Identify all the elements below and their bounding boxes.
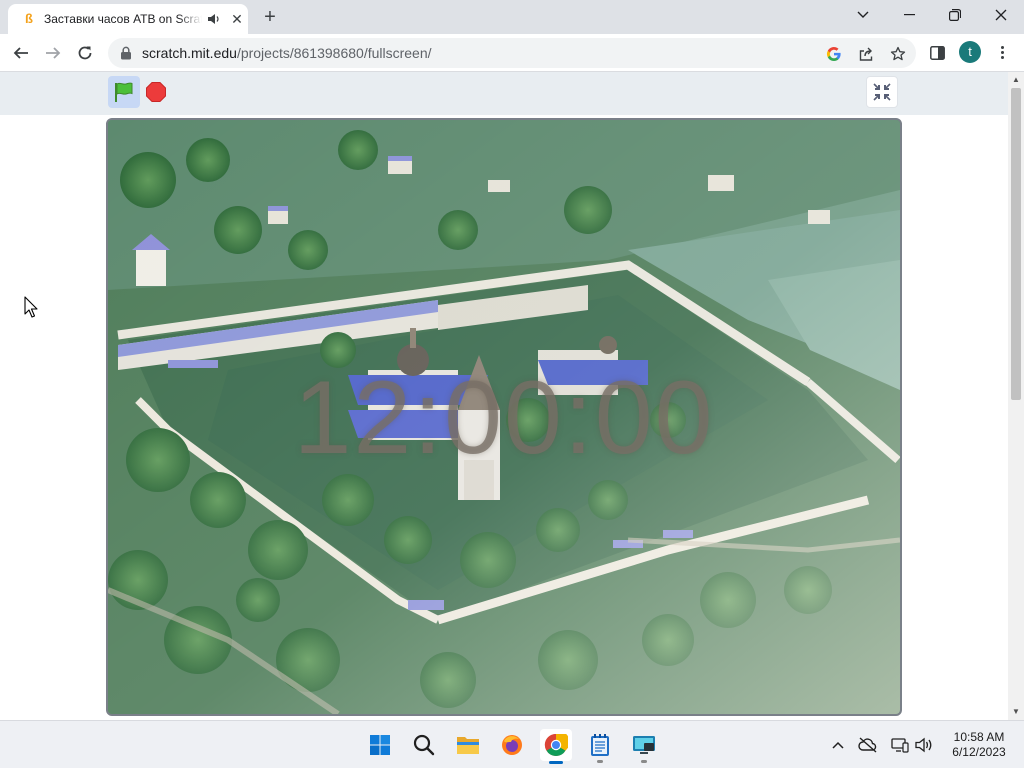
mouse-cursor-icon bbox=[24, 296, 38, 318]
network-icon[interactable] bbox=[890, 735, 910, 755]
side-panel-icon bbox=[929, 46, 945, 60]
firefox-icon[interactable] bbox=[496, 729, 528, 761]
forward-button[interactable] bbox=[40, 40, 66, 66]
share-icon[interactable] bbox=[856, 44, 876, 64]
forward-arrow-icon bbox=[46, 47, 61, 59]
tab-close-icon[interactable]: ✕ bbox=[230, 12, 244, 26]
scratch-favicon-icon: ß bbox=[25, 11, 33, 26]
onedrive-offline-icon[interactable] bbox=[858, 735, 878, 755]
scroll-up-arrow-icon[interactable]: ▲ bbox=[1008, 72, 1024, 86]
reload-button[interactable] bbox=[72, 40, 98, 66]
file-explorer-icon[interactable] bbox=[452, 729, 484, 761]
back-button[interactable] bbox=[8, 40, 34, 66]
clock-display: 12:00:00 bbox=[293, 360, 715, 476]
profile-avatar[interactable]: t bbox=[959, 41, 981, 63]
scratch-fullscreen-page: 12:00:00 bbox=[0, 72, 1008, 720]
lock-icon[interactable] bbox=[120, 46, 132, 60]
tab-title: Заставки часов АТВ on Scratch bbox=[44, 12, 202, 26]
exit-fullscreen-icon bbox=[873, 83, 891, 101]
green-flag-icon bbox=[115, 82, 133, 102]
clock-date: 6/12/2023 bbox=[952, 745, 1006, 759]
clock-time: 10:58 AM bbox=[953, 730, 1005, 744]
system-clock[interactable]: 10:58 AM 6/12/2023 bbox=[944, 730, 1014, 760]
active-app-indicator bbox=[549, 761, 563, 764]
windows-start-icon[interactable] bbox=[364, 729, 396, 761]
tab-strip: ß Заставки часов АТВ on Scratch ✕ + bbox=[0, 0, 1024, 34]
volume-icon[interactable] bbox=[914, 735, 934, 755]
google-translate-icon[interactable] bbox=[824, 44, 844, 64]
scroll-thumb[interactable] bbox=[1011, 88, 1021, 400]
page-scrollbar[interactable]: ▲ ▼ bbox=[1008, 72, 1024, 720]
scratch-stage[interactable]: 12:00:00 bbox=[106, 118, 902, 716]
tab-search-dropdown-icon[interactable] bbox=[840, 0, 886, 30]
chrome-icon[interactable] bbox=[540, 729, 572, 764]
address-bar[interactable]: scratch.mit.edu/projects/861398680/fulls… bbox=[108, 38, 916, 68]
search-icon[interactable] bbox=[408, 729, 440, 761]
notepad-icon[interactable] bbox=[584, 729, 616, 763]
stage-header bbox=[0, 72, 1008, 115]
url-text[interactable]: scratch.mit.edu/projects/861398680/fulls… bbox=[142, 46, 432, 61]
reload-icon bbox=[78, 46, 92, 60]
browser-menu-icon[interactable] bbox=[994, 41, 1010, 63]
stop-sign-icon bbox=[146, 82, 166, 102]
window-close-button[interactable] bbox=[978, 0, 1024, 30]
new-tab-button[interactable]: + bbox=[258, 6, 282, 28]
scroll-down-arrow-icon[interactable]: ▼ bbox=[1008, 704, 1024, 718]
remote-desktop-icon[interactable] bbox=[628, 729, 660, 763]
restore-button[interactable] bbox=[932, 0, 978, 30]
minimize-button[interactable] bbox=[886, 0, 932, 30]
stop-button[interactable] bbox=[142, 76, 170, 108]
speaker-icon[interactable] bbox=[207, 12, 221, 26]
side-panel-button[interactable] bbox=[924, 40, 950, 66]
show-hidden-icons-chevron-icon[interactable] bbox=[828, 735, 848, 755]
green-flag-button[interactable] bbox=[108, 76, 140, 108]
bookmark-star-icon[interactable] bbox=[888, 44, 908, 64]
browser-toolbar: scratch.mit.edu/projects/861398680/fulls… bbox=[0, 34, 1024, 72]
running-app-indicator bbox=[597, 760, 603, 763]
back-arrow-icon bbox=[13, 47, 28, 59]
browser-tab[interactable]: ß Заставки часов АТВ on Scratch ✕ bbox=[8, 4, 248, 34]
windows-taskbar: 10:58 AM 6/12/2023 bbox=[0, 720, 1024, 768]
exit-fullscreen-button[interactable] bbox=[866, 76, 898, 108]
running-app-indicator bbox=[641, 760, 647, 763]
